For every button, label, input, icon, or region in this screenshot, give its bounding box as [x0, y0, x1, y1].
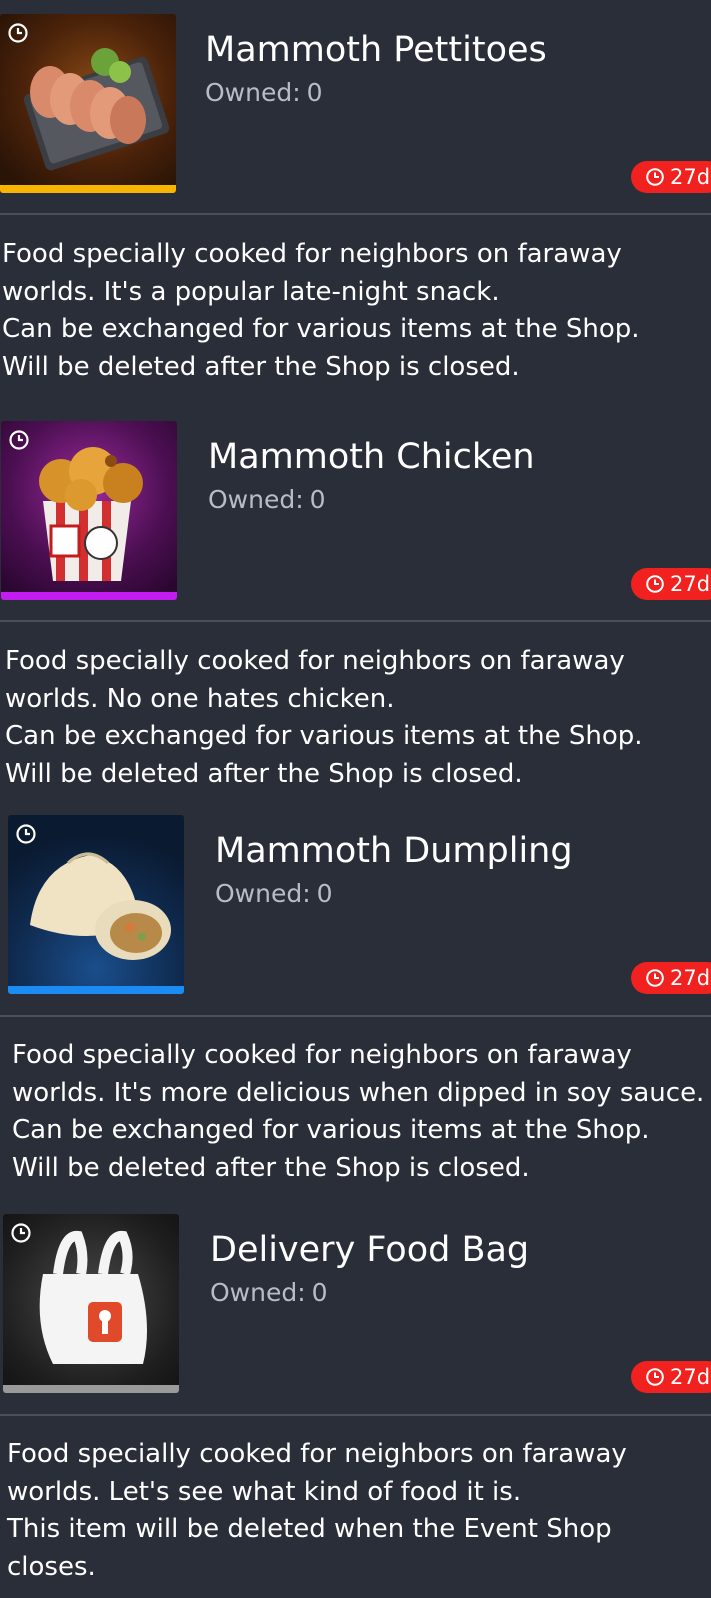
- rarity-bar: [8, 986, 184, 994]
- owned-label: Owned:: [205, 78, 301, 107]
- item-list: { "items": [ { "title": "Mammoth Pettito…: [0, 0, 711, 1598]
- timer-value: 27d: [670, 165, 711, 189]
- clock-icon: [8, 23, 28, 43]
- description-line: Will be deleted after the Shop is closed…: [5, 758, 523, 789]
- description-line: Food specially cooked for neighbors on f…: [2, 239, 622, 269]
- description-line: Can be exchanged for various items at th…: [2, 314, 640, 344]
- owned-count: Owned: 0: [205, 78, 323, 107]
- timer-badge: 27d: [631, 1361, 711, 1393]
- timer-clock-icon: [646, 969, 664, 987]
- description-line: Can be exchanged for various items at th…: [5, 721, 643, 751]
- description-line: closes.: [7, 1551, 96, 1582]
- clock-icon: [11, 1223, 31, 1243]
- rarity-bar: [3, 1385, 179, 1393]
- item-description: Food specially cooked for neighbors on f…: [7, 1436, 627, 1586]
- description-line: Will be deleted after the Shop is closed…: [12, 1152, 530, 1183]
- item-thumbnail[interactable]: [8, 815, 184, 994]
- description-line: Food specially cooked for neighbors on f…: [7, 1439, 627, 1469]
- item-title: Delivery Food Bag: [210, 1230, 530, 1270]
- timer-badge: 27d: [631, 161, 711, 193]
- owned-value: 0: [311, 1278, 328, 1307]
- clock-icon: [16, 824, 36, 844]
- item-title: Mammoth Pettitoes: [205, 30, 547, 70]
- owned-label: Owned:: [215, 879, 311, 908]
- item-thumbnail[interactable]: [3, 1214, 179, 1393]
- timer-value: 27d: [670, 966, 711, 990]
- description-line: worlds. No one hates chicken.: [5, 683, 395, 714]
- item-description: Food specially cooked for neighbors on f…: [5, 643, 643, 793]
- owned-label: Owned:: [210, 1278, 306, 1307]
- item-description: Food specially cooked for neighbors on f…: [2, 236, 640, 386]
- timer-value: 27d: [670, 572, 711, 596]
- divider: [0, 1414, 711, 1416]
- owned-value: 0: [306, 78, 323, 107]
- owned-count: Owned: 0: [215, 879, 333, 908]
- description-line: This item will be deleted when the Event…: [7, 1514, 612, 1544]
- owned-count: Owned: 0: [208, 485, 326, 514]
- item-description: Food specially cooked for neighbors on f…: [12, 1037, 704, 1187]
- timer-clock-icon: [646, 168, 664, 186]
- description-line: Food specially cooked for neighbors on f…: [12, 1040, 632, 1070]
- description-line: Can be exchanged for various items at th…: [12, 1115, 650, 1145]
- description-line: worlds. Let's see what kind of food it i…: [7, 1476, 522, 1507]
- description-line: worlds. It's a popular late-night snack.: [2, 276, 500, 307]
- item-thumbnail[interactable]: [0, 14, 176, 193]
- timer-badge: 27d: [631, 568, 711, 600]
- description-line: worlds. It's more delicious when dipped …: [12, 1077, 705, 1108]
- owned-count: Owned: 0: [210, 1278, 328, 1307]
- owned-label: Owned:: [208, 485, 304, 514]
- timer-clock-icon: [646, 575, 664, 593]
- item-thumbnail[interactable]: [1, 421, 177, 600]
- timer-badge: 27d: [631, 962, 711, 994]
- description-line: Food specially cooked for neighbors on f…: [5, 646, 625, 676]
- rarity-bar: [0, 185, 176, 193]
- owned-value: 0: [309, 485, 326, 514]
- timer-clock-icon: [646, 1368, 664, 1386]
- divider: [0, 1015, 711, 1017]
- timer-value: 27d: [670, 1365, 711, 1389]
- rarity-bar: [1, 592, 177, 600]
- description-line: Will be deleted after the Shop is closed…: [2, 351, 520, 382]
- divider: [0, 620, 711, 622]
- owned-value: 0: [316, 879, 333, 908]
- item-title: Mammoth Dumpling: [215, 831, 573, 871]
- item-title: Mammoth Chicken: [208, 437, 535, 477]
- clock-icon: [9, 430, 29, 450]
- divider: [0, 213, 711, 215]
